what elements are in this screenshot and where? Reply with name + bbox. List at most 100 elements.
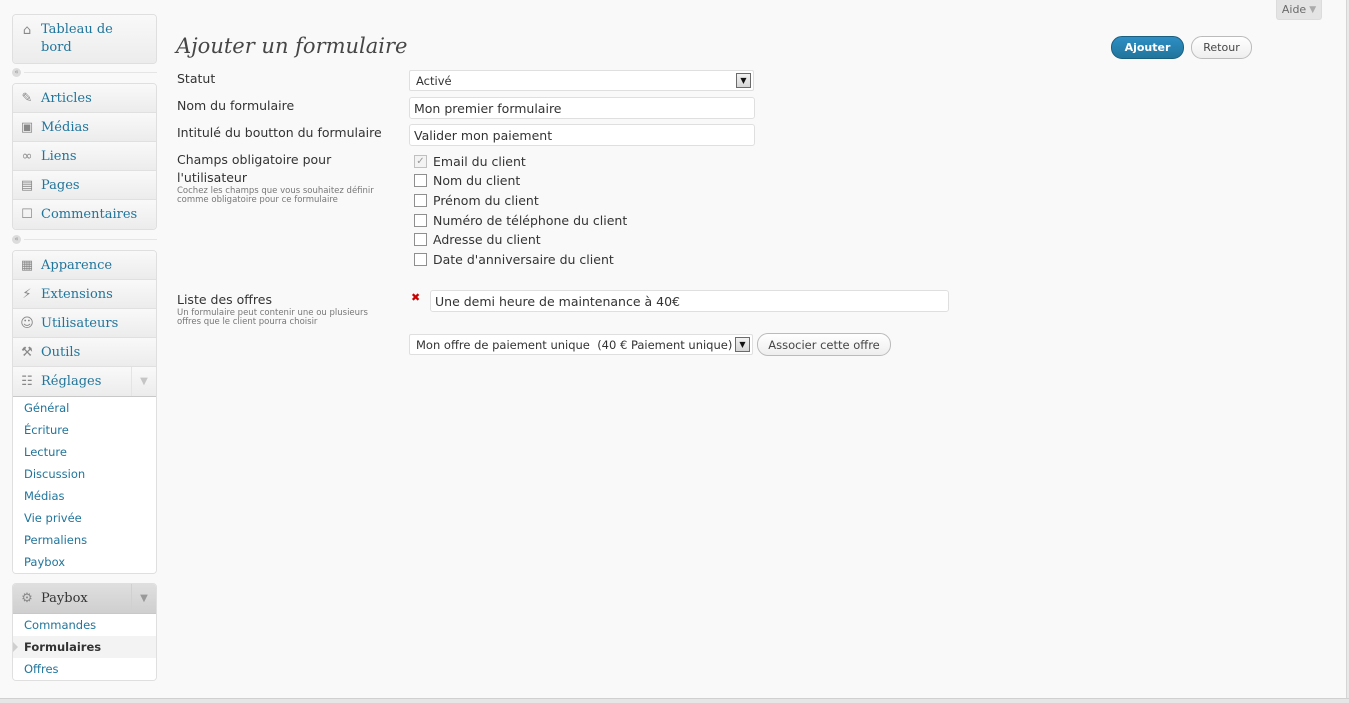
menu-item-label: Liens xyxy=(41,148,77,164)
menu-item-label: Articles xyxy=(41,90,92,106)
chevron-down-icon: ▼ xyxy=(1309,4,1317,15)
menu-item-utilisateurs[interactable]: ☺ Utilisateurs xyxy=(13,309,156,338)
submenu-item-permaliens[interactable]: Permaliens xyxy=(13,529,156,551)
status-select-value: Activé xyxy=(416,73,452,88)
menu-item-paybox[interactable]: ⚙ Paybox ▼ xyxy=(13,584,156,614)
submenu-item-label: Discussion xyxy=(24,467,86,481)
menu-item-commentaires[interactable]: ☐ Commentaires xyxy=(13,200,156,229)
menu-item-dashboard[interactable]: ⌂ Tableau de bord xyxy=(13,15,156,63)
admin-menu-paybox: ⚙ Paybox ▼ Commandes Formulaires Offres xyxy=(12,583,157,681)
checkbox-row-adresse[interactable]: Adresse du client xyxy=(414,230,541,248)
button-title-label: Intitulé du boutton du formulaire xyxy=(177,125,382,140)
submenu-item-label: Écriture xyxy=(24,423,69,437)
checkbox-row-email[interactable]: ✓ Email du client xyxy=(414,152,526,170)
menu-item-outils[interactable]: ⚒ Outils xyxy=(13,338,156,367)
form-name-label: Nom du formulaire xyxy=(177,98,295,113)
checkbox-row-anniversaire[interactable]: Date d'anniversaire du client xyxy=(414,250,614,268)
back-button[interactable]: Retour xyxy=(1191,36,1252,59)
menu-item-articles[interactable]: ✎ Articles xyxy=(13,84,156,113)
submenu-item-label: Paybox xyxy=(24,555,66,569)
menu-item-label: Pages xyxy=(41,177,80,193)
menu-separator[interactable]: « xyxy=(12,235,157,244)
status-select[interactable]: Activé ▼ xyxy=(409,70,754,91)
checkbox-adresse[interactable] xyxy=(414,232,427,246)
submenu-item-label: Commandes xyxy=(24,618,97,632)
submenu-item-label: Général xyxy=(24,401,70,415)
submenu-item-label: Vie privée xyxy=(24,511,82,525)
checkbox-row-telephone[interactable]: Numéro de téléphone du client xyxy=(414,211,627,229)
offer-input[interactable] xyxy=(430,290,949,312)
help-tab[interactable]: Aide ▼ xyxy=(1276,0,1322,20)
menu-item-label: Outils xyxy=(41,344,81,360)
offer-select-value: Mon offre de paiement unique (40 € Paiem… xyxy=(416,337,733,352)
required-fields-desc-line2: comme obligatoire pour ce formulaire xyxy=(177,195,338,205)
submenu-item-lecture[interactable]: Lecture xyxy=(13,441,156,463)
menu-item-label: Tableau de bord xyxy=(41,22,113,55)
submenu-item-label: Lecture xyxy=(24,445,67,459)
checkbox-prenom[interactable] xyxy=(414,193,427,207)
form-name-input[interactable] xyxy=(409,97,755,119)
menu-item-pages[interactable]: ▤ Pages xyxy=(13,171,156,200)
settings-icon: ☷ xyxy=(21,374,33,389)
menu-item-medias[interactable]: ▣ Médias xyxy=(13,113,156,142)
submenu-item-label: Permaliens xyxy=(24,533,88,547)
chevron-down-icon[interactable]: ▼ xyxy=(131,367,156,396)
pages-icon: ▤ xyxy=(20,177,34,193)
required-fields-label-line1: Champs obligatoire pour xyxy=(177,152,332,167)
checkbox-row-prenom[interactable]: Prénom du client xyxy=(414,191,539,209)
submenu-item-paybox[interactable]: Paybox xyxy=(13,551,156,573)
submenu-item-label: Offres xyxy=(24,662,59,676)
menu-item-liens[interactable]: ∞ Liens xyxy=(13,142,156,171)
menu-item-label: Médias xyxy=(41,119,89,135)
menu-item-label: Utilisateurs xyxy=(41,315,119,331)
submenu-item-ecriture[interactable]: Écriture xyxy=(13,419,156,441)
offers-label: Liste des offres xyxy=(177,292,272,307)
gear-icon: ⚙ xyxy=(21,591,33,606)
appearance-icon: ▦ xyxy=(20,257,34,273)
users-icon: ☺ xyxy=(20,315,34,331)
button-title-input[interactable] xyxy=(409,124,755,146)
menu-item-apparence[interactable]: ▦ Apparence xyxy=(13,251,156,280)
submenu-item-commandes[interactable]: Commandes xyxy=(13,614,156,636)
collapse-icon: « xyxy=(12,68,21,77)
submenu-item-medias[interactable]: Médias xyxy=(13,485,156,507)
link-icon: ∞ xyxy=(21,148,33,164)
required-fields-description: Cochez les champs que vous souhaitez déf… xyxy=(177,187,409,205)
checkbox-label: Email du client xyxy=(433,153,526,169)
required-fields-label-line2: l'utilisateur xyxy=(177,170,247,185)
checkbox-email[interactable]: ✓ xyxy=(414,154,427,168)
checkbox-row-nom[interactable]: Nom du client xyxy=(414,171,520,189)
home-icon: ⌂ xyxy=(22,23,32,38)
comment-icon: ☐ xyxy=(21,207,33,222)
admin-menu-dashboard: ⌂ Tableau de bord xyxy=(12,14,157,64)
menu-item-extensions[interactable]: ⚡ Extensions xyxy=(13,280,156,309)
plugin-icon: ⚡ xyxy=(22,286,32,302)
chevron-down-icon[interactable]: ▼ xyxy=(131,584,156,613)
associate-offer-button[interactable]: Associer cette offre xyxy=(757,333,891,356)
checkbox-telephone[interactable] xyxy=(414,213,427,227)
checkbox-nom[interactable] xyxy=(414,173,427,187)
menu-item-label: Commentaires xyxy=(41,207,138,222)
offer-select[interactable]: Mon offre de paiement unique (40 € Paiem… xyxy=(409,334,753,355)
checkbox-label: Nom du client xyxy=(433,172,521,188)
status-label: Statut xyxy=(177,71,216,86)
remove-offer-icon[interactable]: ✖ xyxy=(411,291,420,304)
menu-separator[interactable]: « xyxy=(12,68,157,77)
page-title: Ajouter un formulaire xyxy=(176,34,408,58)
footer-bar xyxy=(0,698,1349,703)
checkbox-anniversaire[interactable] xyxy=(414,252,427,266)
required-fields-label: Champs obligatoire pour l'utilisateur xyxy=(177,151,331,187)
add-button[interactable]: Ajouter xyxy=(1111,36,1184,59)
submenu-item-general[interactable]: Général xyxy=(13,397,156,419)
menu-item-reglages[interactable]: ☷ Réglages ▼ xyxy=(13,367,156,397)
submenu-item-offres[interactable]: Offres xyxy=(13,658,156,680)
submenu-item-vie-privee[interactable]: Vie privée xyxy=(13,507,156,529)
submenu-item-label: Formulaires xyxy=(24,640,102,654)
submenu-item-discussion[interactable]: Discussion xyxy=(13,463,156,485)
admin-menu-appearance: ▦ Apparence ⚡ Extensions ☺ Utilisateurs … xyxy=(12,250,157,574)
menu-item-label: Apparence xyxy=(41,257,113,273)
checkbox-label: Date d'anniversaire du client xyxy=(433,251,614,267)
submenu-item-formulaires[interactable]: Formulaires xyxy=(13,636,156,658)
menu-item-label: Réglages xyxy=(41,374,102,389)
media-icon: ▣ xyxy=(20,119,34,135)
